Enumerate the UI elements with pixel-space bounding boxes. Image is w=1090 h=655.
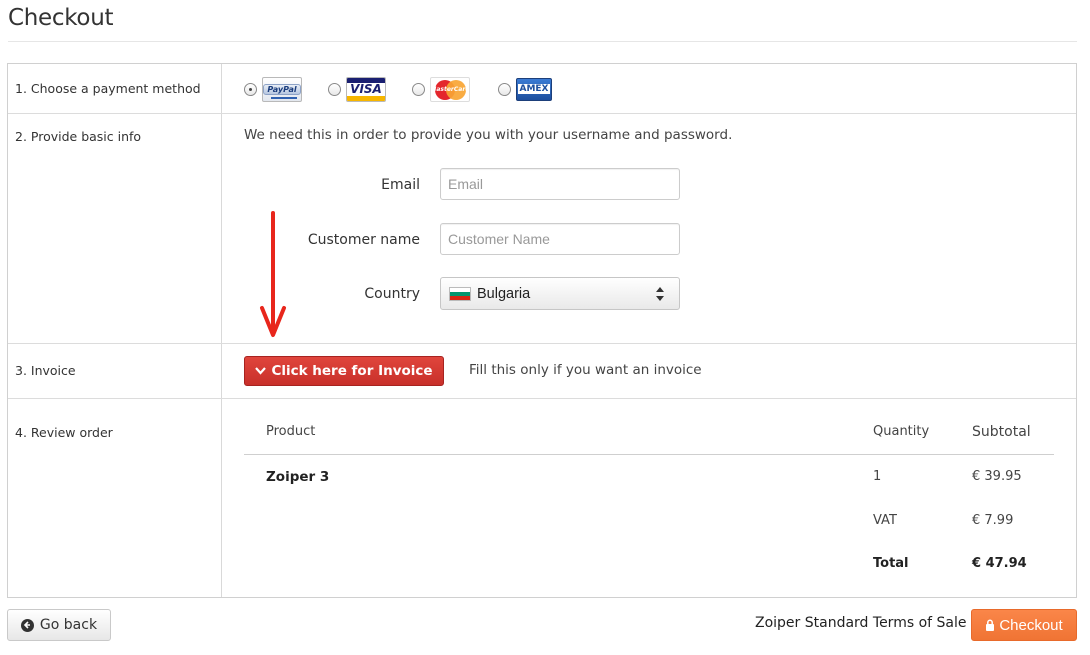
page-title: Checkout (8, 5, 114, 31)
product-subtotal: € 39.95 (972, 469, 1022, 484)
payment-option-mastercard[interactable]: MasterCard (412, 76, 470, 102)
lock-icon (986, 619, 995, 631)
column-header-product: Product (266, 424, 316, 439)
vat-value: € 7.99 (972, 513, 1014, 528)
title-divider (8, 41, 1077, 42)
checkout-button-label: Checkout (999, 616, 1063, 634)
customer-name-label: Customer name (307, 232, 420, 248)
visa-radio[interactable] (328, 82, 341, 96)
checkout-button[interactable]: Checkout (971, 609, 1077, 641)
country-select-value: Bulgaria (477, 285, 531, 302)
annotation-arrow-icon (260, 211, 286, 337)
payment-option-paypal[interactable]: PayPal (244, 76, 302, 102)
checkout-form: 1. Choose a payment method 2. Provide ba… (7, 63, 1077, 598)
select-arrows-icon (656, 287, 664, 301)
terms-of-sale-link[interactable]: Zoiper Standard Terms of Sale (755, 615, 966, 631)
product-name: Zoiper 3 (266, 469, 330, 485)
mastercard-radio[interactable] (412, 82, 425, 96)
total-label: Total (873, 556, 909, 571)
paypal-logo[interactable]: PayPal (262, 76, 302, 102)
row-divider (8, 398, 1076, 399)
arrow-left-circle-icon (20, 618, 34, 632)
go-back-button[interactable]: Go back (7, 609, 111, 641)
mastercard-logo[interactable]: MasterCard (430, 76, 470, 102)
column-header-quantity: Quantity (873, 424, 930, 439)
step-label-info: 2. Provide basic info (15, 129, 142, 144)
row-divider (8, 113, 1076, 114)
step-label-invoice: 3. Invoice (15, 363, 76, 378)
chevron-down-icon (255, 367, 267, 375)
customer-name-field[interactable] (440, 223, 680, 255)
row-divider (8, 343, 1076, 344)
amex-radio[interactable] (498, 82, 511, 96)
column-header-subtotal: Subtotal (972, 424, 1031, 440)
country-select[interactable]: Bulgaria (440, 277, 680, 310)
table-divider (244, 454, 1054, 455)
bulgaria-flag-icon (449, 286, 471, 301)
step-label-payment: 1. Choose a payment method (15, 81, 201, 96)
info-intro-text: We need this in order to provide you wit… (244, 127, 733, 143)
paypal-radio[interactable] (244, 82, 257, 96)
total-value: € 47.94 (972, 556, 1027, 571)
payment-option-visa[interactable]: VISA (328, 76, 386, 102)
go-back-label: Go back (39, 617, 98, 633)
vat-label: VAT (873, 513, 897, 528)
email-field[interactable] (440, 168, 680, 200)
email-label: Email (381, 177, 420, 193)
product-quantity: 1 (873, 469, 882, 484)
visa-logo[interactable]: VISA (346, 76, 386, 102)
invoice-toggle-button[interactable]: Click here for Invoice (244, 356, 444, 386)
step-label-review: 4. Review order (15, 425, 113, 440)
invoice-button-label: Click here for Invoice (271, 363, 433, 379)
invoice-note: Fill this only if you want an invoice (469, 362, 702, 378)
payment-option-amex[interactable]: AMEX (498, 76, 552, 102)
amex-logo[interactable]: AMEX (516, 77, 552, 101)
country-label: Country (364, 286, 420, 302)
